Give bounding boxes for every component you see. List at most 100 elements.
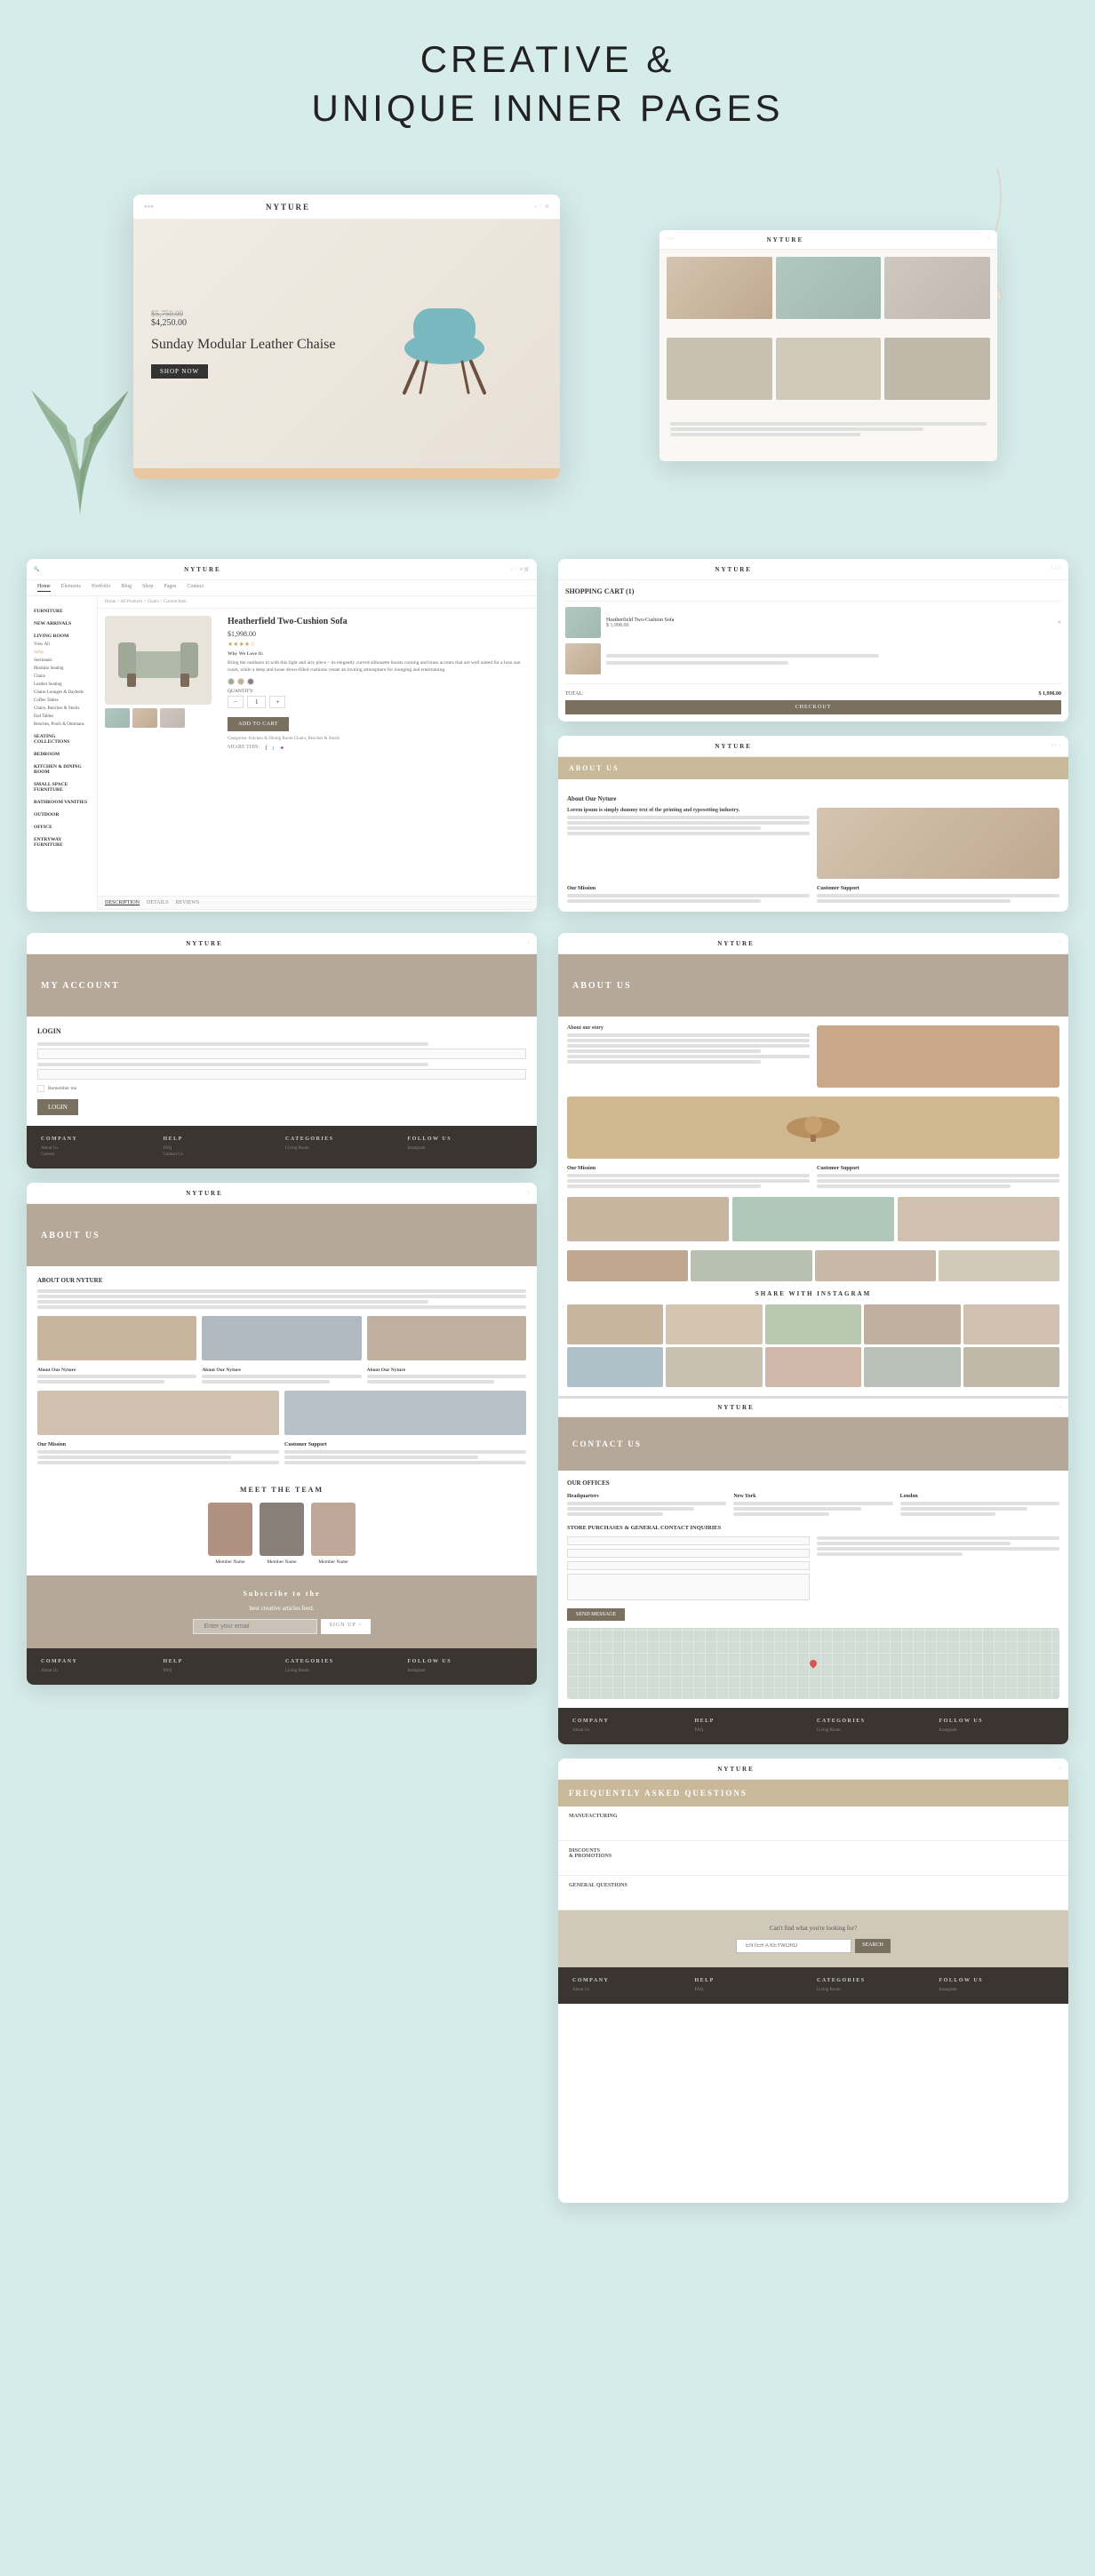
sidebar-item-sectionals[interactable]: Sectionals [34,657,90,665]
cart-total-value: $ 1,998.00 [1039,691,1062,697]
about-text-col-3: About Our Nyture [367,1368,526,1384]
checkout-button[interactable]: CHECKOUT [565,700,1061,714]
contact-message-input[interactable] [567,1574,810,1600]
sidebar-item-chairs-benches[interactable]: Chairs, Benches & Stools [34,705,90,713]
laptop-hero-content: $5,750.00 $4,250.00 Sunday Modular Leath… [133,219,560,468]
contact-phone-input[interactable] [567,1561,810,1570]
sidebar-item-coffee[interactable]: Coffee Tables [34,697,90,705]
swatch-green[interactable] [228,678,235,685]
team-photo-1 [208,1503,252,1556]
tab-portfolio[interactable]: Portfolio [92,584,110,592]
share-twitter[interactable]: t [272,745,274,752]
sidebar-item-chairs[interactable]: Chairs [34,673,90,681]
shop-now-button[interactable]: SHOP NOW [151,364,208,379]
instagram-item-2[interactable] [666,1304,762,1344]
contact-name-input[interactable] [567,1536,810,1545]
remember-checkbox[interactable] [37,1085,44,1092]
sidebar-item-chaise[interactable]: Chaise Lounges & Daybeds [34,689,90,697]
sidebar-item-end-tables[interactable]: End Tables [34,713,90,721]
newsletter-email-input[interactable] [193,1619,317,1634]
newsletter-submit-button[interactable]: SIGN UP > [321,1619,372,1634]
instagram-item-6[interactable] [567,1347,663,1387]
about-long-title: ABOUT US [572,981,632,991]
mission-col: Our Mission [37,1442,279,1464]
sidebar-category-entryway[interactable]: ENTRYWAY FURNITURE [34,835,90,849]
instagram-item-7[interactable] [666,1347,762,1387]
sidebar-category-bathroom[interactable]: BATHROOM VANITIES [34,798,90,807]
sidebar-item-modular[interactable]: Modular Seating [34,665,90,673]
tab-details[interactable]: DETAILS [147,900,169,905]
faq-nav: NYTURE ≡ [558,1759,1068,1780]
about-nyture-heading: ABOUT OUR NYTURE [37,1277,526,1284]
tab-home[interactable]: Home [37,584,51,592]
product-thumb-2[interactable] [132,708,157,728]
instagram-item-9[interactable] [864,1347,960,1387]
instagram-item-4[interactable] [864,1304,960,1344]
instagram-item-10[interactable] [963,1347,1059,1387]
hero-section: ●●● NYTURE ≡ ♡ ⊕ $5,750.00 $4,250.00 Sun… [27,159,1068,532]
email-input[interactable] [37,1049,526,1059]
contact-submit-button[interactable]: SEND MESSAGE [567,1608,625,1621]
tab-contact[interactable]: Contact [187,584,204,592]
sidebar-item-leather[interactable]: Leather Seating [34,681,90,689]
login-button[interactable]: LOGIN [37,1099,78,1115]
team-photo-3 [311,1503,356,1556]
faq-search-input[interactable] [736,1939,851,1953]
faq-footer-col-3: CATEGORIES Living Room [817,1978,932,1993]
instagram-title: SHARE WITH INSTAGRAM [567,1290,1059,1297]
tab-description[interactable]: DESCRIPTION [105,900,140,905]
notebook-screen: ○○○ NYTURE ≡ [659,230,997,461]
laptop-nav-logo: NYTURE [266,203,310,211]
quantity-plus[interactable]: + [269,696,285,708]
sidebar-item-benches[interactable]: Benches, Poufs & Ottomans [34,721,90,729]
sidebar-category-kitchen[interactable]: KITCHEN & DINING ROOM [34,762,90,777]
product-thumb-1[interactable] [105,708,130,728]
share-facebook[interactable]: f [265,745,267,752]
sidebar-item-view-all[interactable]: View All [34,641,90,649]
sidebar-category-outdoor[interactable]: OUTDOOR [34,810,90,819]
faq-search-button[interactable]: SEARCH [855,1939,891,1953]
faq-category-general: GENERAL QUESTIONS [569,1883,640,1902]
swatch-grey[interactable] [247,678,254,685]
cart-item-info: Heatherfield Two-Cushion Sofa $ 1,998.00 [606,618,1051,628]
store-inquiries-title: STORE PURCHASES & GENERAL CONTACT INQUIR… [567,1525,1059,1531]
notebook-mockup: ○○○ NYTURE ≡ [659,230,997,461]
sidebar-category-seating[interactable]: SEATING COLLECTIONS [34,732,90,746]
password-input[interactable] [37,1069,526,1080]
quantity-minus[interactable]: − [228,696,244,708]
product-thumb-3[interactable] [160,708,185,728]
tab-elements[interactable]: Elements [61,584,81,592]
tab-pages[interactable]: Pages [164,584,176,592]
sidebar-category-bedroom[interactable]: BEDROOM [34,750,90,759]
cart-page-body: SHOPPING CART (1) Heatherfield Two-Cushi… [558,580,1068,722]
sidebar-item-sofas[interactable]: Sofas [34,649,90,657]
instagram-item-5[interactable] [963,1304,1059,1344]
footer2-col-2: HELP FAQ [164,1659,279,1674]
instagram-item-8[interactable] [765,1347,861,1387]
instagram-item-3[interactable] [765,1304,861,1344]
cart-header: SHOPPING CART (1) [565,587,1061,602]
faq-header: FREQUENTLY ASKED QUESTIONS [558,1780,1068,1806]
product-nav-tabs: Home Elements Portfolio Blog Shop Pages … [27,580,537,596]
sidebar-category-living-room[interactable]: LIVING ROOM [34,632,90,641]
office-london: London [900,1494,1059,1516]
team-name-2: Member Name [260,1559,304,1565]
contact-email-input[interactable] [567,1549,810,1558]
tab-reviews[interactable]: REVIEWS [176,900,200,905]
add-to-cart-button[interactable]: ADD TO CART [228,717,289,731]
sidebar-category-office[interactable]: OFFICE [34,823,90,832]
sidebar-category-small-space[interactable]: SMALL SPACE FURNITURE [34,780,90,794]
instagram-item-1[interactable] [567,1304,663,1344]
tab-blog[interactable]: Blog [121,584,132,592]
about-third-title: ABOUT US [41,1231,100,1240]
sidebar-category-new-arrivals[interactable]: NEW ARRIVALS [34,619,90,628]
swatch-tan[interactable] [237,678,244,685]
tab-shop[interactable]: Shop [142,584,153,592]
cart-item-image-2 [565,643,601,674]
sidebar-category-furniture[interactable]: FURNITURE [34,607,90,616]
nb-card-3 [884,257,990,319]
share-instagram[interactable]: ✦ [279,745,284,752]
bedroom-images [37,1391,526,1435]
cart-remove-button[interactable]: × [1057,618,1061,626]
footer2-col-1: COMPANY About Us [41,1659,156,1674]
